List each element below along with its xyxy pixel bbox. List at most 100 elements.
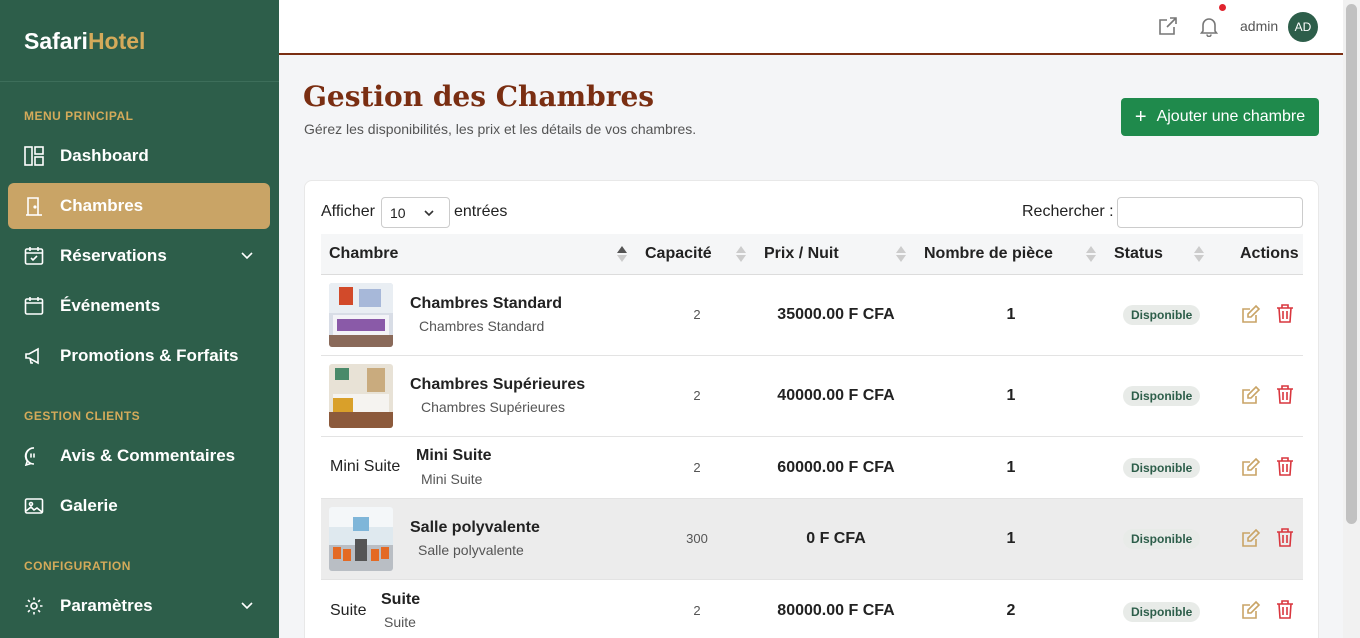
chat-quote-icon bbox=[24, 446, 44, 466]
page-title: Gestion des Chambres bbox=[303, 80, 655, 113]
delete-icon[interactable] bbox=[1275, 303, 1295, 323]
room-price: 60000.00 F CFA bbox=[777, 459, 895, 476]
room-name: Chambres Standard bbox=[410, 295, 563, 312]
hall-photo bbox=[329, 507, 393, 571]
room-capacity: 2 bbox=[693, 603, 701, 618]
room-capacity: 2 bbox=[693, 307, 701, 322]
room-subtitle: Mini Suite bbox=[421, 471, 483, 487]
sidebar-item-label: Événements bbox=[60, 296, 161, 315]
entries-label: entrées bbox=[454, 203, 508, 220]
room-pieces: 1 bbox=[1006, 306, 1016, 323]
section-title-config: CONFIGURATION bbox=[24, 559, 131, 573]
status-badge: Disponible bbox=[1123, 602, 1201, 622]
room-name: Salle polyvalente bbox=[410, 519, 540, 536]
col-pieces[interactable]: Nombre de pièce bbox=[924, 245, 1053, 263]
chevron-down-icon bbox=[423, 206, 435, 222]
page-length-select[interactable]: 10 bbox=[381, 197, 450, 228]
sidebar-item-label: Promotions & Forfaits bbox=[60, 346, 239, 365]
delete-icon[interactable] bbox=[1275, 456, 1295, 476]
delete-icon[interactable] bbox=[1275, 599, 1295, 619]
megaphone-icon bbox=[24, 346, 44, 366]
sidebar-item-dashboard[interactable]: Dashboard bbox=[8, 133, 270, 179]
external-link-icon[interactable] bbox=[1157, 15, 1179, 42]
sidebar-item-label: Paramètres bbox=[60, 596, 153, 615]
col-status[interactable]: Status bbox=[1114, 245, 1163, 263]
col-actions: Actions bbox=[1240, 245, 1299, 262]
col-prix[interactable]: Prix / Nuit bbox=[764, 245, 839, 263]
room-subtitle: Suite bbox=[384, 614, 416, 630]
delete-icon[interactable] bbox=[1275, 527, 1295, 547]
user-name[interactable]: admin bbox=[1240, 18, 1278, 34]
room-pieces: 1 bbox=[1006, 387, 1016, 404]
status-badge: Disponible bbox=[1123, 386, 1201, 406]
sidebar-item-avis[interactable]: Avis & Commentaires bbox=[8, 433, 270, 479]
status-badge: Disponible bbox=[1123, 529, 1201, 549]
status-badge: Disponible bbox=[1123, 305, 1201, 325]
table-row: Mini Suite Mini Suite Mini Suite 2 60000… bbox=[321, 437, 1303, 499]
room-pieces: 2 bbox=[1006, 602, 1016, 619]
sort-icon bbox=[617, 246, 627, 264]
sidebar-item-label: Chambres bbox=[60, 196, 144, 215]
table-row: Chambres Standard Chambres Standard 2 35… bbox=[321, 275, 1303, 356]
dashboard-icon bbox=[24, 146, 44, 166]
room-capacity: 2 bbox=[693, 388, 701, 403]
chevron-down-icon bbox=[240, 597, 254, 617]
sidebar-item-reservations[interactable]: Réservations bbox=[8, 233, 270, 279]
room-price: 35000.00 F CFA bbox=[777, 306, 895, 323]
chevron-down-icon bbox=[240, 247, 254, 267]
edit-icon[interactable] bbox=[1241, 304, 1261, 324]
room-photo bbox=[329, 364, 393, 428]
brand-logo[interactable]: SafariHotel bbox=[0, 0, 279, 82]
plus-icon: + bbox=[1134, 106, 1147, 128]
scrollbar-thumb[interactable] bbox=[1346, 4, 1357, 524]
sidebar-item-label: Dashboard bbox=[60, 146, 149, 165]
sort-icon bbox=[1086, 246, 1096, 264]
status-badge: Disponible bbox=[1123, 458, 1201, 478]
search-label: Rechercher : bbox=[1022, 203, 1114, 220]
room-subtitle: Chambres Supérieures bbox=[421, 399, 565, 415]
page-subtitle: Gérez les disponibilités, les prix et le… bbox=[304, 121, 697, 137]
room-photo bbox=[329, 283, 393, 347]
topbar: admin AD bbox=[279, 0, 1343, 55]
rooms-table-card: Afficher 10 entrées Rechercher : Chambre… bbox=[304, 180, 1319, 638]
room-subtitle: Salle polyvalente bbox=[418, 542, 524, 558]
page-scrollbar[interactable] bbox=[1343, 0, 1360, 638]
bell-icon[interactable] bbox=[1199, 15, 1219, 42]
sidebar-item-chambres[interactable]: Chambres bbox=[8, 183, 270, 229]
room-capacity: 2 bbox=[693, 460, 701, 475]
avatar[interactable]: AD bbox=[1288, 12, 1318, 42]
table-row: Salle polyvalente Salle polyvalente 300 … bbox=[321, 499, 1303, 580]
sidebar-item-evenements[interactable]: Événements bbox=[8, 283, 270, 329]
brand-part-1: Safari bbox=[24, 28, 88, 54]
room-image-alt: Suite bbox=[330, 602, 367, 619]
delete-icon[interactable] bbox=[1275, 384, 1295, 404]
room-pieces: 1 bbox=[1006, 530, 1016, 547]
edit-icon[interactable] bbox=[1241, 457, 1261, 477]
sidebar-item-promotions[interactable]: Promotions & Forfaits bbox=[8, 333, 270, 379]
brand-part-2: Hotel bbox=[87, 28, 146, 54]
edit-icon[interactable] bbox=[1241, 600, 1261, 620]
col-chambre[interactable]: Chambre bbox=[329, 245, 398, 263]
sidebar-item-label: Galerie bbox=[60, 496, 118, 515]
section-title-clients: GESTION CLIENTS bbox=[24, 409, 141, 423]
sidebar-item-galerie[interactable]: Galerie bbox=[8, 483, 270, 529]
edit-icon[interactable] bbox=[1241, 528, 1261, 548]
edit-icon[interactable] bbox=[1241, 385, 1261, 405]
calendar-check-icon bbox=[24, 246, 44, 266]
sort-icon bbox=[896, 246, 906, 264]
sidebar-item-label: Avis & Commentaires bbox=[60, 446, 236, 465]
room-price: 0 F CFA bbox=[806, 530, 866, 547]
calendar-icon bbox=[24, 296, 44, 316]
search-input[interactable] bbox=[1117, 197, 1303, 228]
sort-icon bbox=[736, 246, 746, 264]
sidebar: SafariHotel MENU PRINCIPAL Dashboard Cha… bbox=[0, 0, 279, 638]
show-label: Afficher bbox=[321, 203, 375, 220]
sidebar-item-parametres[interactable]: Paramètres bbox=[8, 583, 270, 629]
notification-dot bbox=[1219, 4, 1226, 11]
table-row: Chambres Supérieures Chambres Supérieure… bbox=[321, 356, 1303, 437]
col-capacite[interactable]: Capacité bbox=[645, 245, 712, 263]
room-pieces: 1 bbox=[1006, 459, 1016, 476]
table-row: Suite Suite Suite 2 80000.00 F CFA 2 Dis… bbox=[321, 580, 1303, 638]
add-room-button[interactable]: + Ajouter une chambre bbox=[1121, 98, 1319, 136]
add-room-label: Ajouter une chambre bbox=[1156, 108, 1306, 125]
